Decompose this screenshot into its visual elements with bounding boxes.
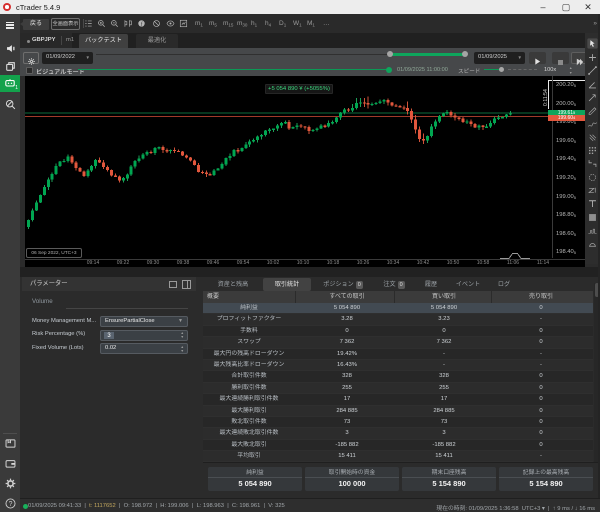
svg-text:?: ? bbox=[8, 501, 12, 508]
